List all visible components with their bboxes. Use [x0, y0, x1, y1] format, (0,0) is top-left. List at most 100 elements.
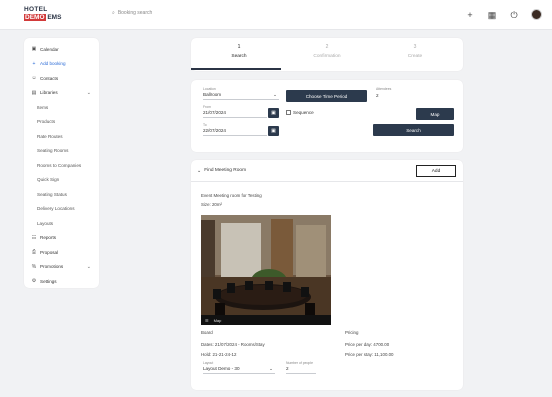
sidebar-item-add-booking[interactable]: + Add booking	[24, 57, 99, 72]
map-button[interactable]: Map	[416, 108, 454, 120]
sidebar-item-label: Rooms to Companies	[37, 162, 82, 168]
step-number: 3	[413, 44, 417, 50]
sidebar-item-seating-rooms[interactable]: Seating Rooms	[24, 144, 99, 159]
chart-icon: ☷	[31, 234, 37, 241]
sidebar-item-label: Calendar	[40, 46, 59, 52]
calendar-icon[interactable]: ▦	[487, 10, 497, 20]
gear-icon: ⚙	[31, 278, 37, 285]
sidebar-item-label: Delivery Locations	[37, 206, 75, 212]
avatar[interactable]	[531, 9, 542, 20]
search-button[interactable]: Search	[373, 124, 454, 136]
add-button[interactable]: Add	[416, 165, 456, 177]
step-number: 1	[237, 44, 241, 50]
sidebar-item-label: Seating Rooms	[37, 148, 69, 154]
step-label: Create	[407, 54, 423, 59]
photo-toolbar: ☰ Map	[201, 315, 331, 325]
layout-select[interactable]: Layout Demo - 30 ⌄	[203, 364, 275, 374]
plus-icon[interactable]: +	[465, 10, 475, 20]
to-date-input[interactable]: 22/07/2024	[203, 126, 267, 136]
sidebar-item-rate-routes[interactable]: Rate Routes	[24, 129, 99, 144]
price-per-day: Price per day: 4700.00	[345, 342, 390, 347]
step-create[interactable]: 3 Create	[385, 44, 445, 59]
calendar-icon: ▣	[31, 46, 37, 53]
meeting-rooms-panel: ⌄ Find Meeting Room Add Event Meeting ro…	[191, 160, 463, 390]
sidebar-item-settings[interactable]: ⚙ Settings	[24, 274, 99, 289]
sidebar-item-label: Add booking	[40, 61, 66, 67]
sidebar-item-reports[interactable]: ☷ Reports	[24, 231, 99, 246]
sidebar-item-label: Products	[37, 119, 56, 125]
people-icon: ☺	[31, 75, 37, 82]
sidebar-item-label: Libraries	[40, 90, 58, 96]
sidebar-item-items[interactable]: Items	[24, 100, 99, 115]
booking-stepper: 1 Search 2 Confirmation 3 Create	[191, 38, 463, 71]
chevron-down-icon: ⌄	[197, 167, 202, 174]
location-select[interactable]: Ballroom ⌄	[203, 90, 279, 100]
calendar-icon: ▣	[271, 110, 276, 116]
quantity-input[interactable]: 2	[286, 364, 316, 374]
sidebar-item-products[interactable]: Products	[24, 115, 99, 130]
choose-time-period-button[interactable]: Choose Time Period	[286, 90, 367, 102]
to-date-value: 22/07/2024	[203, 128, 226, 133]
logo-line2-b: EMS	[47, 14, 62, 21]
sidebar-item-proposal[interactable]: ⎙ Proposal	[24, 245, 99, 260]
from-calendar-button[interactable]: ▣	[268, 108, 279, 118]
sidebar-item-promotions[interactable]: % Promotions ⌄	[24, 260, 99, 275]
left-heading: Board	[201, 330, 213, 335]
chevron-down-icon: ⌄	[273, 91, 277, 97]
sidebar-item-label: Settings	[40, 278, 57, 284]
chevron-down-icon: ⌄	[86, 89, 91, 96]
chevron-down-icon: ⌄	[86, 263, 91, 270]
logo-line2: DEMO EMS	[24, 14, 64, 22]
logo-line1: HOTEL	[24, 6, 48, 13]
sequence-label: Sequence	[293, 110, 314, 115]
search-input[interactable]: ⌕ Booking search	[112, 10, 152, 16]
search-form: Location Ballroom ⌄ Choose Time Period A…	[191, 80, 463, 152]
attendees-input[interactable]: 2	[376, 90, 406, 100]
attendees-value: 2	[376, 92, 379, 98]
location-value: Ballroom	[203, 92, 222, 97]
step-confirmation[interactable]: 2 Confirmation	[297, 44, 357, 59]
sidebar-item-libraries[interactable]: ▤ Libraries ⌄	[24, 86, 99, 101]
search-icon: ⌕	[112, 10, 115, 16]
sidebar-item-label: Reports	[40, 235, 57, 241]
sidebar-item-contacts[interactable]: ☺ Contacts	[24, 71, 99, 86]
meeting-room-image	[201, 215, 331, 325]
logo-line2-a: DEMO	[24, 14, 46, 21]
sidebar-item-rooms-to-companies[interactable]: Rooms to Companies	[24, 158, 99, 173]
from-date-input[interactable]: 21/07/2024	[203, 108, 267, 118]
rooms-section-title: Find Meeting Room	[204, 168, 247, 173]
sequence-checkbox[interactable]: Sequence	[286, 110, 314, 115]
percent-icon: %	[31, 263, 37, 270]
quantity-value: 2	[286, 366, 289, 371]
search-placeholder: Booking search	[117, 10, 153, 16]
right-heading: Pricing	[345, 330, 359, 335]
calendar-icon: ▣	[271, 128, 276, 134]
booking-dates: Dates: 21/07/2024 - Rooms/Stay	[201, 342, 265, 347]
sidebar-item-calendar[interactable]: ▣ Calendar	[24, 42, 99, 57]
step-search[interactable]: 1 Search	[209, 44, 269, 59]
menu-icon[interactable]: ☰	[205, 318, 209, 323]
sidebar-item-label: Promotions	[40, 264, 64, 270]
sidebar-item-label: Proposal	[40, 249, 59, 255]
sidebar-item-quick-sign[interactable]: Quick Sign	[24, 173, 99, 188]
sidebar-item-label: Seating Status	[37, 191, 67, 197]
sidebar: ▣ Calendar + Add booking ☺ Contacts ▤ Librar…	[24, 38, 99, 288]
app-logo[interactable]: HOTEL DEMO EMS	[24, 6, 64, 22]
sidebar-item-label: Rate Routes	[37, 133, 63, 139]
printer-icon: ⎙	[31, 249, 36, 256]
sidebar-item-delivery-locations[interactable]: Delivery Locations	[24, 202, 99, 217]
top-bar: HOTEL DEMO EMS ⌕ Booking search + ▦ ⏻	[0, 0, 552, 30]
price-per-stay: Price per stay: 11,100.00	[345, 352, 394, 357]
step-number: 2	[325, 44, 329, 50]
from-date-value: 21/07/2024	[203, 110, 226, 115]
power-icon[interactable]: ⏻	[509, 10, 519, 20]
room-photo[interactable]	[201, 215, 331, 325]
step-progress-line	[191, 68, 281, 70]
sidebar-item-seating-status[interactable]: Seating Status	[24, 187, 99, 202]
photo-caption: Map	[213, 317, 222, 323]
sidebar-item-layouts[interactable]: Layouts	[24, 216, 99, 231]
room-size: Size: 20m²	[201, 202, 222, 207]
to-calendar-button[interactable]: ▣	[268, 126, 279, 136]
booking-capacity: Hold: 21-21-24-12	[201, 352, 237, 357]
chevron-down-icon: ⌄	[269, 365, 273, 371]
